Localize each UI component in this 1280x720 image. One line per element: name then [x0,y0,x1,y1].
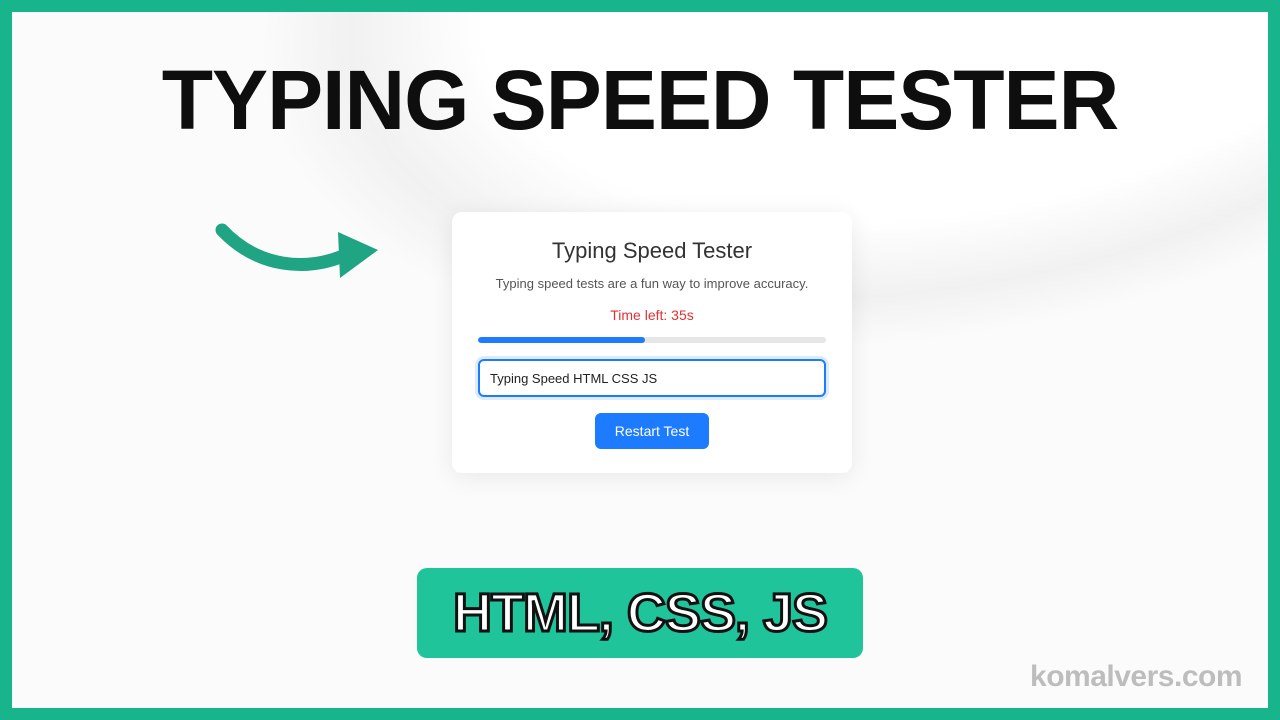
typing-input[interactable] [478,359,826,397]
progress-fill [478,337,645,343]
typing-tester-card: Typing Speed Tester Typing speed tests a… [452,212,852,473]
watermark: komalvers.com [1030,660,1242,694]
restart-button[interactable]: Restart Test [595,413,709,449]
tech-badge: HTML, CSS, JS [417,568,863,658]
thumbnail-frame: TYPING SPEED TESTER Typing Speed Tester … [0,0,1280,720]
card-heading: Typing Speed Tester [478,238,826,264]
card-description: Typing speed tests are a fun way to impr… [478,276,826,291]
progress-bar [478,337,826,343]
tech-label: HTML, CSS, JS [453,583,827,643]
curved-arrow-icon [212,212,392,302]
timer-label: Time left: 35s [478,307,826,323]
page-title: TYPING SPEED TESTER [12,52,1268,149]
